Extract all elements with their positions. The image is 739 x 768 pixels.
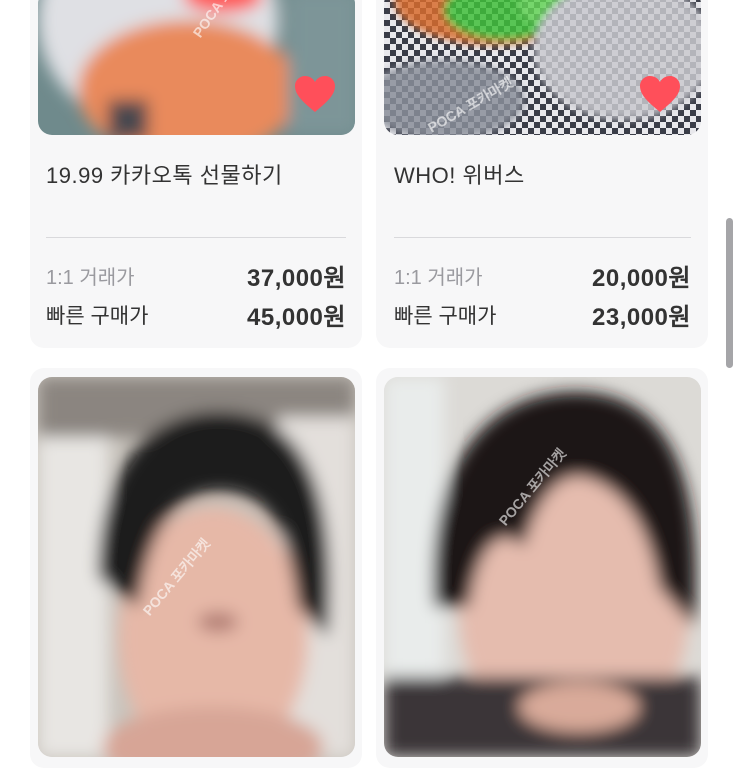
- buy-price-value: 23,000원: [592, 304, 691, 331]
- buy-price-label: 빠른 구매가: [46, 304, 149, 328]
- product-photo: [384, 377, 701, 757]
- product-image[interactable]: POCA 포카마켓: [384, 377, 701, 757]
- divider: [394, 237, 691, 238]
- trade-price-row: 1:1 거래가 20,000원: [394, 258, 691, 293]
- product-title[interactable]: WHO! 위버스: [394, 158, 525, 190]
- trade-price-value: 37,000원: [247, 265, 346, 292]
- heart-icon[interactable]: [638, 74, 682, 114]
- trade-price-row: 1:1 거래가 37,000원: [46, 258, 346, 293]
- scrollbar[interactable]: [726, 218, 733, 368]
- product-image[interactable]: POCA 포카마켓: [384, 0, 701, 135]
- product-image[interactable]: POCA 포카마켓: [38, 377, 355, 757]
- product-title[interactable]: 19.99 카카오톡 선물하기: [46, 158, 283, 190]
- product-image[interactable]: POCA 포카마켓: [38, 0, 355, 135]
- heart-icon[interactable]: [293, 74, 337, 114]
- buy-price-value: 45,000원: [247, 304, 346, 331]
- buy-price-label: 빠른 구매가: [394, 304, 497, 328]
- trade-price-label: 1:1 거래가: [46, 267, 135, 289]
- trade-price-label: 1:1 거래가: [394, 267, 483, 289]
- divider: [46, 237, 346, 238]
- trade-price-value: 20,000원: [592, 265, 691, 292]
- buy-price-row: 빠른 구매가 45,000원: [46, 297, 346, 332]
- buy-price-row: 빠른 구매가 23,000원: [394, 297, 691, 332]
